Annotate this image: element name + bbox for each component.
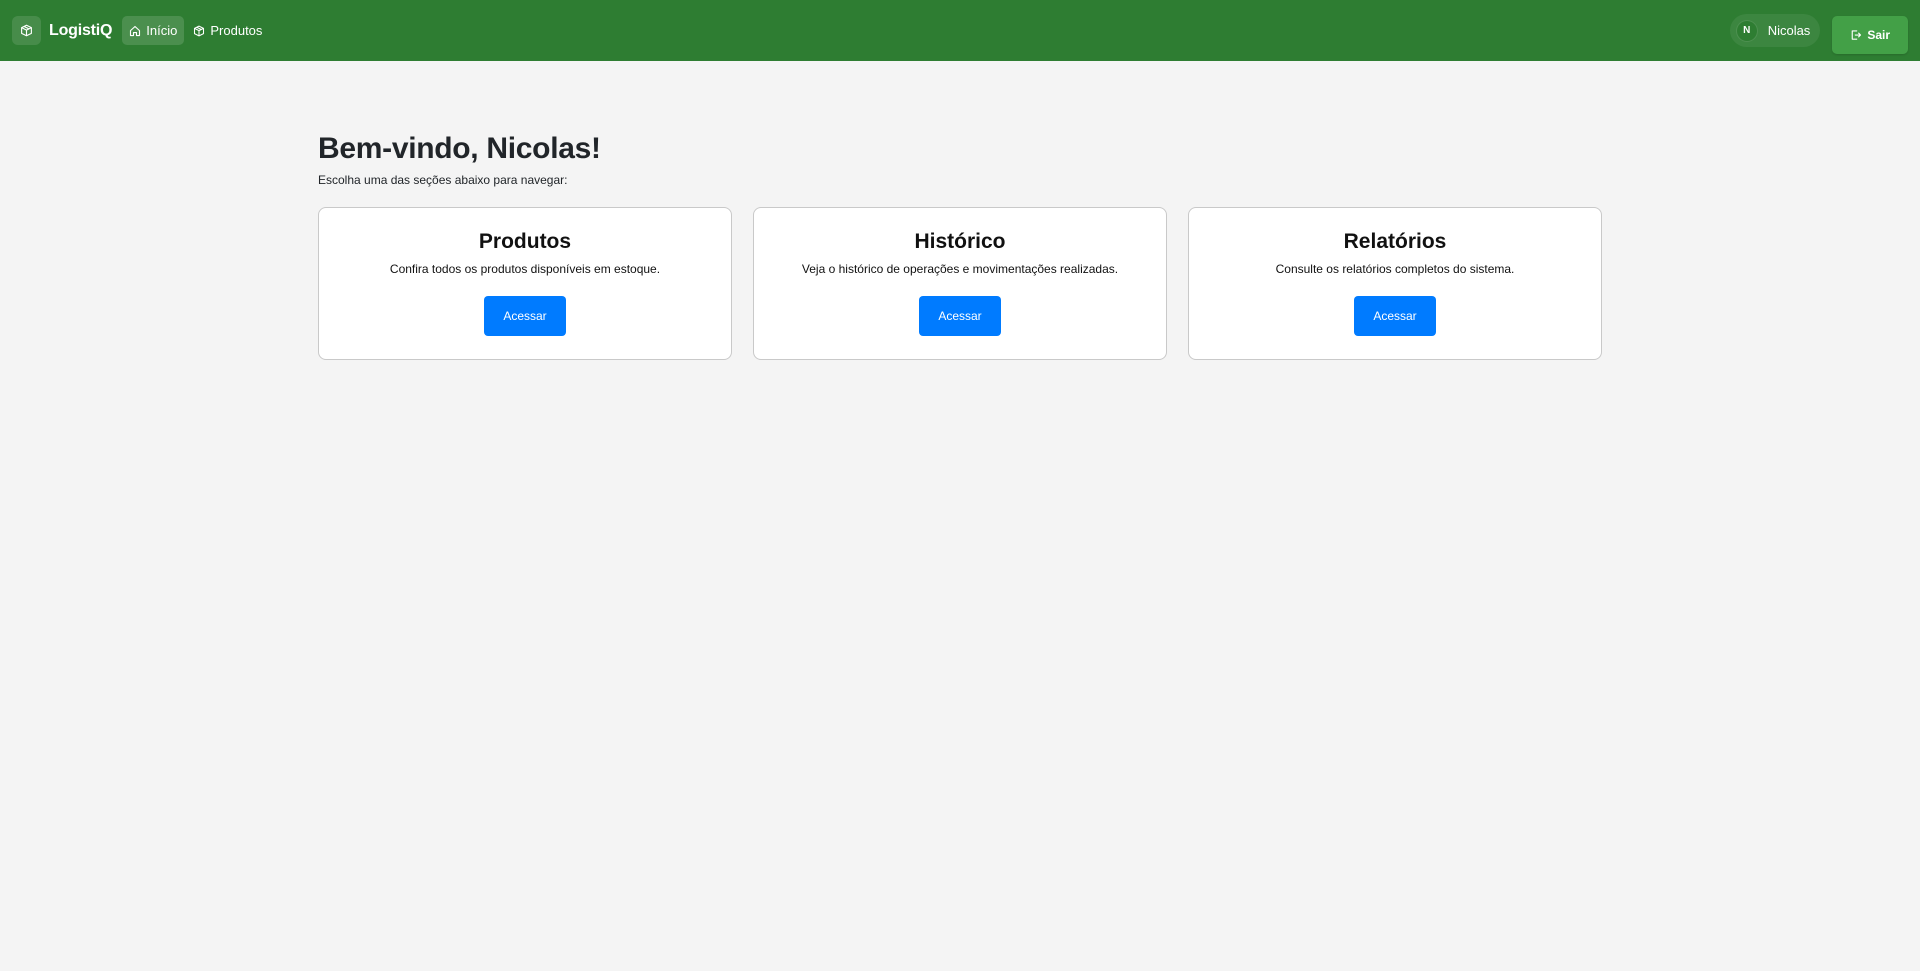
card-title: Produtos (478, 230, 572, 253)
page-subtitle: Escolha uma das seções abaixo para naveg… (318, 173, 568, 187)
avatar: N (1735, 19, 1758, 42)
brand-name[interactable]: LogistiQ (49, 22, 112, 40)
main-content: Bem-vindo, Nicolas! Escolha uma das seçõ… (318, 132, 1602, 360)
acessar-historico-button[interactable]: Acessar (919, 296, 1001, 336)
card-produtos: Produtos Confira todos os produtos dispo… (318, 207, 732, 360)
box-icon (20, 24, 33, 37)
user-name: Nicolas (1767, 23, 1811, 38)
card-title: Relatórios (1343, 230, 1447, 253)
card-title: Histórico (914, 230, 1006, 253)
top-navbar: LogistiQ Início Produtos N Nicolas Sair (0, 0, 1920, 61)
card-relatorios: Relatórios Consulte os relatórios comple… (1188, 207, 1602, 360)
card-description: Veja o histórico de operações e moviment… (801, 262, 1119, 276)
acessar-relatorios-button[interactable]: Acessar (1354, 296, 1436, 336)
logout-label: Sair (1867, 27, 1890, 42)
section-cards: Produtos Confira todos os produtos dispo… (318, 207, 1602, 360)
nav-link-inicio[interactable]: Início (122, 16, 185, 45)
card-historico: Histórico Veja o histórico de operações … (753, 207, 1167, 360)
brand-logo[interactable] (12, 16, 41, 45)
nav-link-label: Início (146, 23, 178, 38)
logout-icon (1850, 29, 1862, 41)
card-description: Confira todos os produtos disponíveis em… (389, 262, 661, 276)
logout-button[interactable]: Sair (1832, 15, 1908, 54)
home-icon (129, 25, 141, 37)
acessar-produtos-button[interactable]: Acessar (484, 296, 566, 336)
nav-link-label: Produtos (210, 23, 263, 38)
page-title: Bem-vindo, Nicolas! (318, 132, 601, 165)
user-menu[interactable]: N Nicolas (1729, 14, 1821, 47)
card-description: Consulte os relatórios completos do sist… (1275, 262, 1515, 276)
nav-right-group: N Nicolas Sair (1729, 8, 1908, 54)
nav-link-produtos[interactable]: Produtos (186, 16, 269, 45)
box-icon (193, 25, 205, 37)
